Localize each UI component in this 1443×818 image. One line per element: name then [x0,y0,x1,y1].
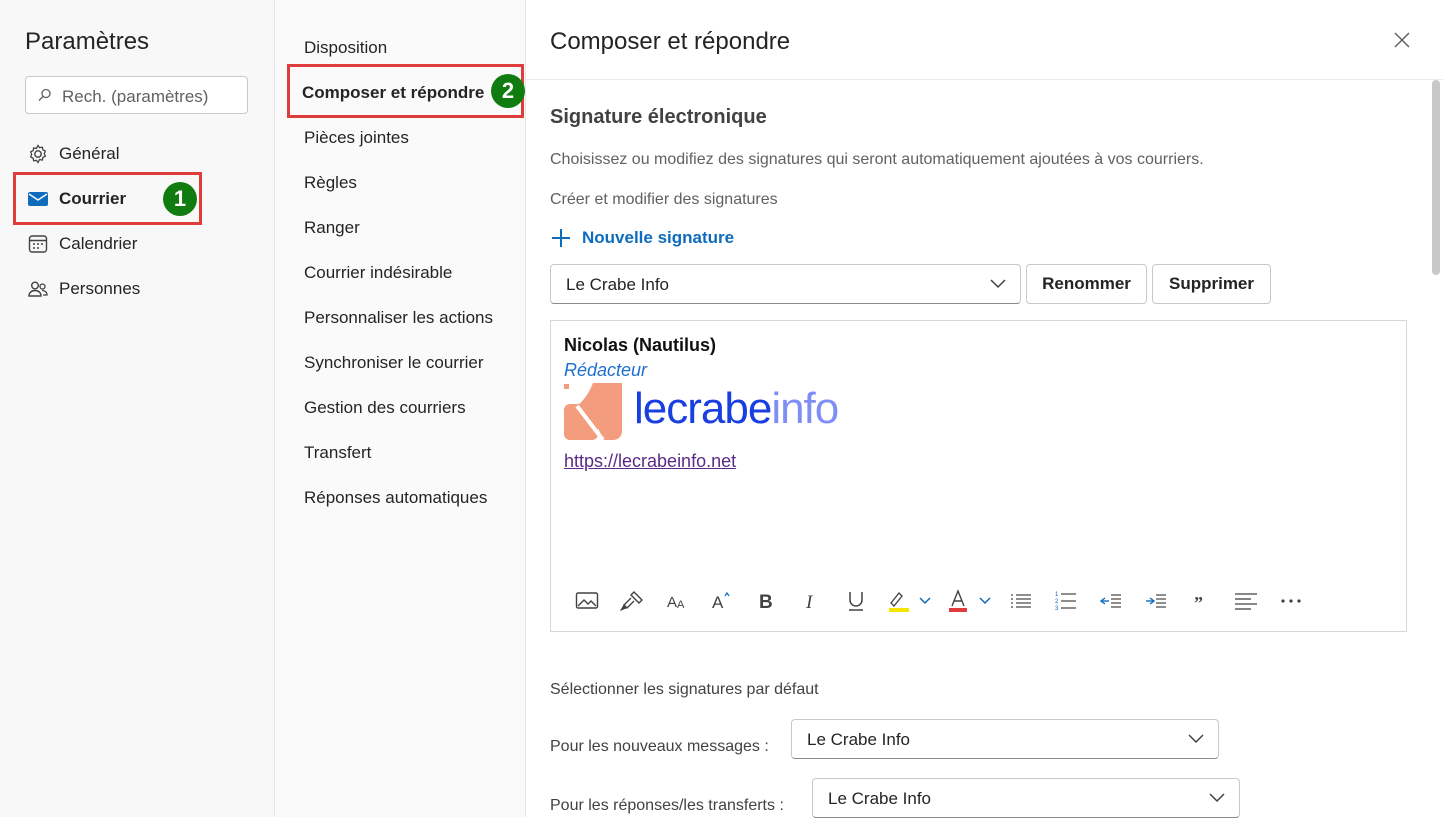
close-icon[interactable] [1392,30,1412,50]
section-sweep[interactable]: Ranger [304,218,360,238]
logo-text-part-a: lecrabe [634,384,772,433]
chevron-down-icon [1188,734,1204,744]
svg-text:2: 2 [1055,599,1059,605]
signature-role: Rédacteur [564,360,648,380]
svg-text:A: A [677,599,685,611]
font-size-icon[interactable]: AA [662,586,692,616]
delete-button[interactable]: Supprimer [1152,264,1271,304]
new-messages-signature-select[interactable]: Le Crabe Info [791,719,1219,759]
section-mail-handling[interactable]: Gestion des courriers [304,398,466,418]
new-signature-label: Nouvelle signature [582,228,735,247]
svg-text:1: 1 [1055,592,1059,598]
insert-image-icon[interactable] [572,586,602,616]
chevron-down-icon [1209,793,1225,803]
new-messages-signature-value: Le Crabe Info [807,730,911,749]
scrollbar-thumb[interactable] [1432,80,1440,275]
section-rules[interactable]: Règles [304,173,357,193]
step-badge-1: 1 [163,182,197,216]
font-size-increase-icon[interactable]: A [707,586,737,616]
highlight-color-icon[interactable] [886,586,934,616]
gear-icon [29,144,47,164]
numbered-list-icon[interactable]: 123 [1051,586,1081,616]
replies-signature-value: Le Crabe Info [828,789,932,808]
logo-text-part-b: info [771,384,839,433]
bold-icon[interactable]: B [751,586,781,616]
default-signatures-label: Sélectionner les signatures par défaut [550,681,819,698]
svg-text:B: B [759,592,773,611]
nav-item-people[interactable]: Personnes [27,273,140,305]
plus-icon [552,229,570,247]
chevron-down-icon [990,279,1006,289]
highlight-compose-reply [287,64,524,118]
font-color-icon[interactable] [946,586,994,616]
signature-url-link[interactable]: https://lecrabeinfo.net [564,451,736,472]
settings-search-input[interactable]: Rech. (paramètres) [25,76,248,114]
signature-select-value: Le Crabe Info [566,275,670,294]
section-sync[interactable]: Synchroniser le courrier [304,353,484,373]
rename-button[interactable]: Renommer [1026,264,1147,304]
svg-text:3: 3 [1055,606,1059,611]
section-forwarding[interactable]: Transfert [304,443,371,463]
signature-select[interactable]: Le Crabe Info [550,264,1021,304]
header-divider [526,79,1443,80]
signature-description: Choisissez ou modifiez des signatures qu… [550,151,1204,168]
underline-icon[interactable] [841,586,871,616]
settings-title: Paramètres [25,28,150,55]
create-signatures-label: Créer et modifier des signatures [550,191,778,208]
settings-nav-pane [0,0,275,817]
svg-text:A: A [712,593,724,611]
signature-logo-text: lecrabeinfo [634,384,839,434]
section-attachments[interactable]: Pièces jointes [304,128,409,148]
people-icon [28,281,48,297]
nav-item-general[interactable]: Général [27,138,119,170]
replies-signature-select[interactable]: Le Crabe Info [812,778,1240,818]
quote-icon[interactable]: ” [1186,586,1216,616]
section-title: Signature électronique [550,106,767,128]
search-icon [38,88,51,101]
svg-text:I: I [805,592,814,611]
nav-item-calendar[interactable]: Calendrier [27,228,137,260]
section-junk[interactable]: Courrier indésirable [304,263,452,283]
format-painter-icon[interactable] [617,586,647,616]
new-signature-button[interactable]: Nouvelle signature [550,227,734,249]
svg-text:A: A [667,594,677,611]
more-options-icon[interactable] [1276,586,1306,616]
calendar-icon [28,235,48,253]
align-left-icon[interactable] [1231,586,1261,616]
svg-text:”: ” [1194,593,1203,609]
nav-item-calendar-label: Calendrier [59,234,138,253]
search-placeholder: Rech. (paramètres) [62,87,209,106]
step-badge-2: 2 [491,74,525,108]
italic-icon[interactable]: I [796,586,826,616]
signature-name: Nicolas (Nautilus) [564,335,717,355]
nav-item-people-label: Personnes [59,279,141,298]
section-customize-actions[interactable]: Personnaliser les actions [304,308,493,328]
section-auto-replies[interactable]: Réponses automatiques [304,488,487,508]
nav-item-general-label: Général [59,144,120,163]
page-title: Composer et répondre [550,28,791,55]
bullet-list-icon[interactable] [1006,586,1036,616]
increase-indent-icon[interactable] [1141,586,1171,616]
decrease-indent-icon[interactable] [1096,586,1126,616]
lecrabeinfo-logo-mark [564,383,622,442]
replies-label: Pour les réponses/les transferts : [550,797,784,814]
section-disposition[interactable]: Disposition [304,38,387,58]
new-messages-label: Pour les nouveaux messages : [550,738,769,755]
